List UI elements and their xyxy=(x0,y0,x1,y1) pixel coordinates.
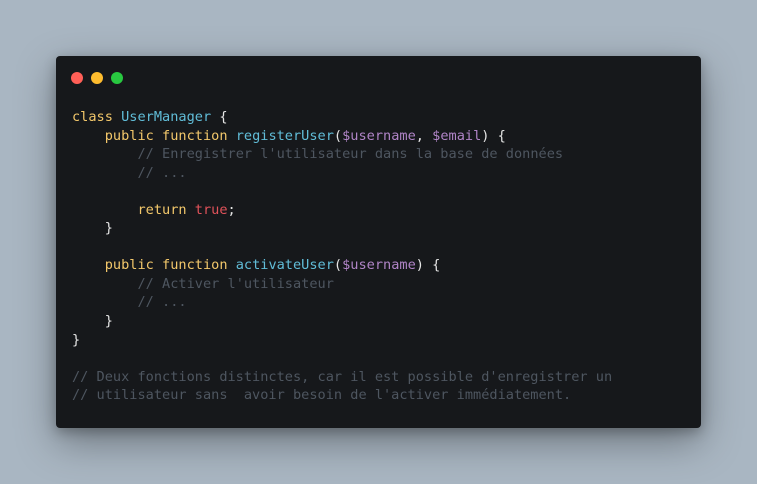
code-token: $username xyxy=(342,257,416,274)
code-token: } xyxy=(72,220,113,237)
code-line: // utilisateur sans avoir besoin de l'ac… xyxy=(72,386,612,405)
code-line: public function activateUser($username) … xyxy=(72,256,612,275)
code-window: class UserManager { public function regi… xyxy=(56,56,701,428)
code-token: ( xyxy=(333,127,343,144)
code-line: return true; xyxy=(72,201,612,220)
code-token: ; xyxy=(227,201,236,218)
code-token: public function xyxy=(104,127,228,144)
code-line: public function registerUser($username, … xyxy=(72,127,612,146)
code-token: true xyxy=(194,201,228,218)
code-block: class UserManager { public function regi… xyxy=(72,108,612,405)
code-line: // Activer l'utilisateur xyxy=(72,275,612,294)
close-icon[interactable] xyxy=(71,72,83,84)
code-token: // Deux fonctions distinctes, car il est… xyxy=(72,368,613,385)
zoom-icon[interactable] xyxy=(111,72,123,84)
code-token: UserManager xyxy=(121,109,212,125)
code-line: // ... xyxy=(72,164,612,183)
code-token: // Activer l'utilisateur xyxy=(137,275,334,292)
code-token: class xyxy=(72,109,113,125)
code-line: // ... xyxy=(72,293,612,312)
code-token: } xyxy=(72,331,81,348)
code-line: // Deux fonctions distinctes, car il est… xyxy=(72,368,612,387)
code-token: public function xyxy=(104,257,228,274)
code-line: } xyxy=(72,312,612,331)
code-token: // Enregistrer l'utilisateur dans la bas… xyxy=(137,146,564,163)
code-line: class UserManager { xyxy=(72,108,612,127)
minimize-icon[interactable] xyxy=(91,72,103,84)
code-token: $email xyxy=(432,127,482,144)
code-token: // ... xyxy=(137,294,187,311)
code-token: ) { xyxy=(481,127,506,144)
code-token: { xyxy=(211,109,228,125)
window-controls xyxy=(71,72,123,84)
code-token: // utilisateur sans avoir besoin de l'ac… xyxy=(72,387,572,404)
code-token: } xyxy=(72,313,113,330)
code-token: , xyxy=(415,127,433,144)
code-token: activateUser xyxy=(235,257,334,274)
code-line: } xyxy=(72,219,612,238)
code-token: $username xyxy=(342,127,416,144)
code-token: ( xyxy=(333,257,343,274)
code-line: } xyxy=(72,331,612,350)
code-token: ) { xyxy=(415,257,441,274)
code-token: return xyxy=(137,201,187,218)
code-token: // ... xyxy=(137,164,187,181)
code-token: registerUser xyxy=(235,127,334,144)
code-line: // Enregistrer l'utilisateur dans la bas… xyxy=(72,145,612,164)
